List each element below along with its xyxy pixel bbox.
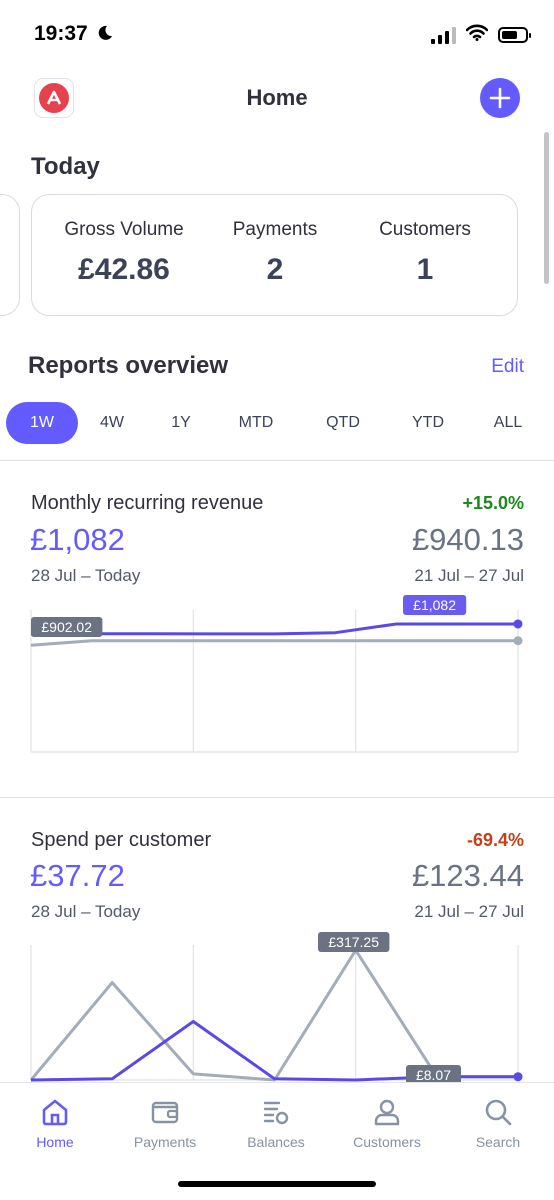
- stat-label: Customers: [379, 219, 471, 240]
- previous-card-peek[interactable]: [0, 194, 20, 316]
- signal-icon: [431, 26, 456, 44]
- tabbar-label: Search: [475, 1134, 521, 1150]
- chart-value-label: £8.07: [416, 1067, 451, 1083]
- stat-value: 1: [416, 253, 434, 286]
- scrollbar[interactable]: [544, 132, 549, 284]
- tabbar-label: Customers: [353, 1134, 421, 1150]
- battery-icon: [498, 27, 531, 43]
- series-end-point: [513, 619, 523, 629]
- person-icon: [332, 1095, 442, 1129]
- divider: [0, 797, 554, 798]
- balances-icon: [221, 1095, 331, 1129]
- spend-previous-value: £123.44: [411, 858, 524, 893]
- spend-delta: -69.4%: [466, 830, 524, 850]
- chart-value-label: £902.02: [41, 619, 92, 635]
- range-tab-all[interactable]: ALL: [480, 402, 536, 444]
- wifi-icon: [465, 24, 489, 46]
- status-time: 19:37: [34, 22, 114, 48]
- tabbar-balances[interactable]: Balances: [221, 1095, 331, 1150]
- mrr-previous-value: £940.13: [411, 522, 524, 557]
- spend-previous-period: 21 Jul – 27 Jul: [414, 902, 524, 921]
- series-line-0: [30, 639, 518, 647]
- stat-customers: Customers 1: [345, 219, 505, 287]
- range-tab-1w[interactable]: 1W: [6, 402, 78, 444]
- range-tab-ytd[interactable]: YTD: [398, 402, 458, 444]
- today-stats-card[interactable]: Gross Volume £42.86 Payments 2 Customers…: [31, 194, 518, 316]
- series-line-0: [29, 948, 518, 1082]
- page-title: Home: [246, 85, 308, 110]
- range-tab-qtd[interactable]: QTD: [313, 402, 373, 444]
- series-end-point: [513, 636, 523, 646]
- tabbar-payments[interactable]: Payments: [110, 1095, 220, 1150]
- tabbar-customers[interactable]: Customers: [332, 1095, 442, 1150]
- spend-title: Spend per customer: [31, 829, 212, 851]
- mrr-current-period: 28 Jul – Today: [31, 566, 141, 585]
- stat-label: Gross Volume: [64, 219, 184, 240]
- plus-icon: [489, 87, 511, 109]
- mrr-chart-svg: £902.02 £1,082: [30, 595, 523, 753]
- range-tab-4w[interactable]: 4W: [88, 402, 136, 444]
- mrr-chart[interactable]: £902.02 £1,082: [0, 588, 554, 758]
- reports-title: Reports overview: [28, 352, 229, 379]
- tabbar-label: Payments: [133, 1134, 197, 1150]
- home-indicator: [178, 1181, 376, 1187]
- mrr-title: Monthly recurring revenue: [31, 492, 264, 514]
- moon-icon: [96, 24, 114, 48]
- spend-current-value: £37.72: [30, 858, 125, 893]
- edit-button[interactable]: Edit: [491, 356, 524, 378]
- status-icons: [431, 24, 531, 46]
- range-tab-mtd[interactable]: MTD: [226, 402, 286, 444]
- range-tab-1y[interactable]: 1Y: [157, 402, 205, 444]
- mrr-previous-period: 21 Jul – 27 Jul: [414, 566, 524, 585]
- status-time-text: 19:37: [34, 22, 88, 45]
- series-line-1: [31, 622, 518, 636]
- stat-label: Payments: [232, 219, 318, 240]
- mrr-current-value: £1,082: [30, 522, 125, 557]
- search-icon: [443, 1095, 553, 1129]
- spend-chart[interactable]: £317.25 £8.07: [0, 925, 554, 1085]
- chart-value-label: £1,082: [413, 597, 456, 613]
- chart-value-label: £317.25: [328, 934, 379, 950]
- divider: [0, 460, 554, 461]
- spend-current-period: 28 Jul – Today: [31, 902, 141, 921]
- add-button[interactable]: [480, 78, 520, 118]
- stat-payments: Payments 2: [195, 219, 355, 287]
- series-end-point: [513, 1072, 523, 1082]
- spend-chart-svg: £317.25 £8.07: [29, 932, 523, 1085]
- home-icon: [0, 1095, 110, 1129]
- today-title: Today: [31, 153, 100, 180]
- mrr-delta: +15.0%: [462, 493, 524, 513]
- stat-value: 2: [266, 253, 284, 286]
- tabbar-label: Balances: [247, 1134, 305, 1150]
- tabbar-label: Home: [36, 1134, 74, 1150]
- tabbar-home[interactable]: Home: [0, 1095, 110, 1150]
- tabbar-search[interactable]: Search: [443, 1095, 553, 1150]
- stat-value: £42.86: [78, 253, 170, 286]
- wallet-icon: [110, 1095, 220, 1129]
- stat-gross-volume: Gross Volume £42.86: [44, 219, 204, 287]
